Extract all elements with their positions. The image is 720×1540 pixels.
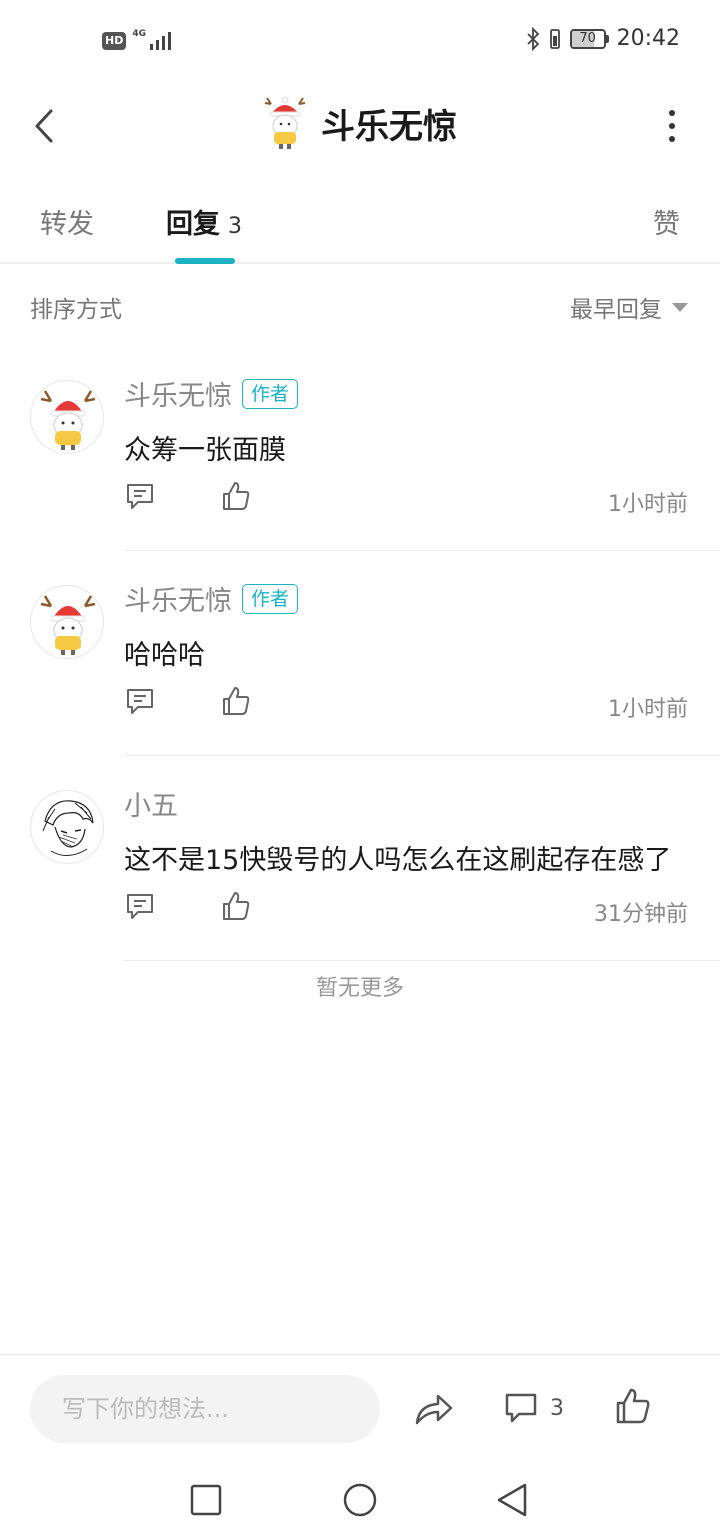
comment-author[interactable]: 斗乐无惊	[124, 579, 232, 618]
caret-down-icon	[672, 302, 688, 312]
square-icon	[190, 1484, 222, 1516]
author-badge: 作者	[242, 583, 299, 614]
comment-meta: 斗乐无惊 作者	[124, 579, 299, 618]
page-title: 斗乐无惊	[321, 106, 457, 147]
tab-bar: 转发 回复 3 赞	[0, 190, 720, 264]
vibrate-icon	[549, 28, 560, 49]
comment-icon	[505, 1393, 537, 1423]
network-type: 4G	[132, 29, 146, 39]
comment-time: 1小时前	[608, 492, 688, 517]
comment-item: 斗乐无惊 作者 哈哈哈 1小时前	[0, 551, 720, 756]
battery-icon: 70	[569, 28, 609, 49]
deer-avatar-icon[interactable]	[263, 94, 307, 152]
comment-text[interactable]: 众筹一张面膜	[124, 428, 286, 467]
reply-comment-icon[interactable]	[124, 685, 156, 717]
sort-row: 排序方式 最早回复	[0, 266, 720, 346]
avatar[interactable]	[30, 790, 104, 864]
tab-reply[interactable]: 回复 3	[166, 202, 242, 241]
title-wrap: 斗乐无惊	[0, 94, 720, 152]
reply-input[interactable]	[30, 1375, 380, 1443]
avatar[interactable]	[30, 585, 104, 659]
author-badge: 作者	[242, 378, 299, 409]
tab-reply-label: 回复	[166, 209, 220, 240]
comment-item: 小五 这不是15快毁号的人吗怎么在这刷起存在感了 31分钟前	[0, 756, 720, 961]
status-right: 70 20:42	[526, 26, 680, 51]
sort-label: 排序方式	[30, 297, 122, 323]
divider	[124, 960, 720, 961]
more-options-button[interactable]	[664, 110, 680, 142]
bottom-action-bar: 3	[0, 1354, 720, 1462]
home-button[interactable]	[340, 1480, 380, 1520]
battery-level: 70	[579, 30, 596, 46]
comment-time: 1小时前	[608, 697, 688, 722]
signal-icon	[150, 32, 171, 50]
tab-forward[interactable]: 转发	[40, 202, 94, 241]
reply-comment-icon[interactable]	[124, 890, 156, 922]
sketch-avatar-icon	[42, 800, 94, 856]
comment-button[interactable]: 3	[504, 1391, 564, 1425]
clock: 20:42	[616, 26, 680, 51]
avatar[interactable]	[30, 380, 104, 454]
signal-group: 4G	[132, 30, 174, 52]
hd-badge: HD	[102, 32, 127, 50]
comment-actions	[124, 480, 252, 512]
system-navigation-bar	[0, 1462, 720, 1540]
comment-actions	[124, 890, 252, 922]
no-more-label: 暂无更多	[315, 976, 404, 1001]
tab-reply-count: 3	[228, 214, 242, 239]
system-back-button[interactable]	[492, 1480, 532, 1520]
comment-meta: 小五	[124, 784, 178, 823]
thumbs-up-icon[interactable]	[220, 480, 252, 512]
recent-apps-button[interactable]	[186, 1480, 226, 1520]
comment-author[interactable]: 小五	[124, 784, 178, 823]
deer-avatar-icon	[40, 595, 96, 655]
status-bar: HD 4G 70 20:42	[0, 0, 720, 84]
comment-time: 31分钟前	[594, 902, 688, 927]
comment-author[interactable]: 斗乐无惊	[124, 374, 232, 413]
comment-text[interactable]: 这不是15快毁号的人吗怎么在这刷起存在感了	[124, 838, 671, 877]
sort-selected-value: 最早回复	[570, 297, 662, 323]
header: 斗乐无惊	[0, 84, 720, 168]
circle-icon	[343, 1483, 377, 1517]
deer-avatar-icon	[40, 390, 96, 450]
thumbs-up-icon[interactable]	[220, 890, 252, 922]
more-vertical-icon	[669, 110, 675, 116]
comment-text[interactable]: 哈哈哈	[124, 633, 205, 672]
comment-item: 斗乐无惊 作者 众筹一张面膜 1小时前	[0, 346, 720, 551]
bluetooth-icon	[526, 26, 539, 51]
comment-count: 3	[550, 1395, 564, 1421]
reply-comment-icon[interactable]	[124, 480, 156, 512]
thumbs-up-icon[interactable]	[220, 685, 252, 717]
share-icon[interactable]	[414, 1391, 454, 1427]
comment-meta: 斗乐无惊 作者	[124, 374, 299, 413]
triangle-back-icon	[497, 1483, 527, 1517]
sort-dropdown[interactable]: 最早回复	[570, 290, 688, 324]
thumbs-up-icon[interactable]	[614, 1387, 652, 1425]
comment-actions	[124, 685, 252, 717]
tab-like[interactable]: 赞	[653, 202, 680, 241]
status-left: HD 4G	[102, 30, 174, 52]
tab-active-indicator	[175, 258, 235, 264]
